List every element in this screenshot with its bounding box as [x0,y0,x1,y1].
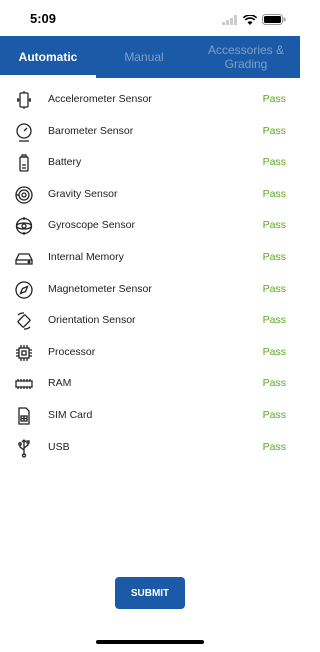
sim-card-icon [14,406,34,426]
test-status: Pass [262,250,286,263]
tab-manual[interactable]: Manual [96,36,192,78]
test-name: Internal Memory [48,250,124,263]
cellular-signal-icon [222,12,238,30]
battery-icon [14,153,34,173]
test-status: Pass [262,93,286,105]
list-item: USB Pass [0,432,300,464]
test-status: Pass [262,187,286,200]
wifi-icon [242,12,258,30]
home-indicator [96,640,204,644]
test-status: Pass [262,377,286,390]
tab-accessories-grading[interactable]: Accessories & Grading [196,36,296,78]
test-name: Magnetometer Sensor [48,282,152,295]
tab-automatic[interactable]: Automatic [0,36,96,78]
list-item: Processor Pass [0,337,300,369]
test-name: Accelerometer Sensor [48,93,152,105]
compass-icon [14,280,34,300]
test-name: Gyroscope Sensor [48,219,135,232]
test-name: Processor [48,345,96,358]
processor-icon [14,343,34,363]
list-item: Magnetometer Sensor Pass [0,274,300,306]
gravity-icon [14,185,34,205]
list-item: Gyroscope Sensor Pass [0,210,300,242]
status-icons [222,12,286,30]
active-tab-indicator [0,75,96,78]
test-status: Pass [262,124,286,137]
accelerometer-icon [14,90,34,110]
status-time: 5:09 [30,11,57,26]
tab-bar: Automatic Manual Accessories & Grading [0,36,300,78]
test-name: Barometer Sensor [48,124,134,137]
test-status: Pass [262,345,286,358]
list-item: Accelerometer Sensor Pass [0,84,300,116]
test-name: Orientation Sensor [48,314,136,327]
test-status: Pass [262,440,286,453]
test-status: Pass [262,314,286,327]
test-name: USB [48,440,70,453]
gyroscope-icon [14,216,34,236]
test-name: SIM Card [48,408,93,421]
memory-icon [14,248,34,268]
orientation-icon [14,311,34,331]
test-name: RAM [48,377,72,390]
list-item: RAM Pass [0,368,300,400]
list-item: Internal Memory Pass [0,242,300,274]
list-item: SIM Card Pass [0,400,300,432]
test-name: Gravity Sensor [48,187,118,200]
test-results-list: Accelerometer Sensor Pass Barometer Sens… [0,84,300,463]
list-item: Gravity Sensor Pass [0,179,300,211]
barometer-icon [14,122,34,142]
battery-status-icon [262,12,286,30]
list-item: Barometer Sensor Pass [0,116,300,148]
ram-icon [14,374,34,394]
status-bar: 5:09 [0,0,300,36]
test-status: Pass [262,282,286,295]
submit-button[interactable]: SUBMIT [115,577,185,609]
test-status: Pass [262,219,286,232]
test-status: Pass [262,156,286,169]
test-status: Pass [262,408,286,421]
list-item: Orientation Sensor Pass [0,305,300,337]
list-item: Battery Pass [0,147,300,179]
usb-icon [14,438,34,458]
test-name: Battery [48,156,82,169]
